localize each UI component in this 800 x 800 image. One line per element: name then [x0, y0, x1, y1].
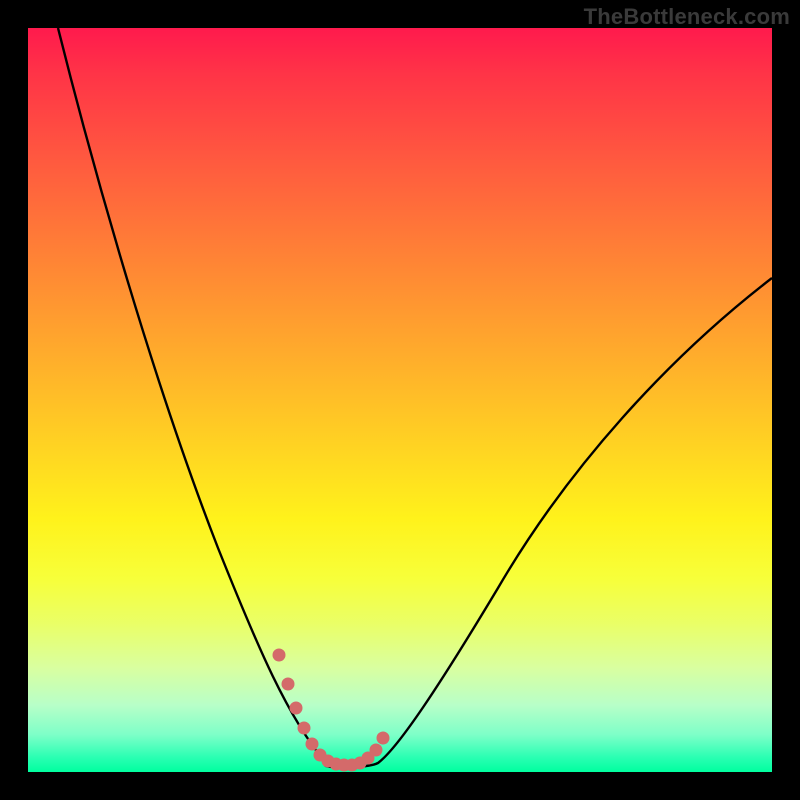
- bottleneck-curve: [58, 28, 772, 767]
- plot-area: [28, 28, 772, 772]
- minimum-markers: [273, 649, 389, 771]
- watermark-text: TheBottleneck.com: [584, 4, 790, 30]
- chart-frame: TheBottleneck.com: [0, 0, 800, 800]
- curve-layer: [28, 28, 772, 772]
